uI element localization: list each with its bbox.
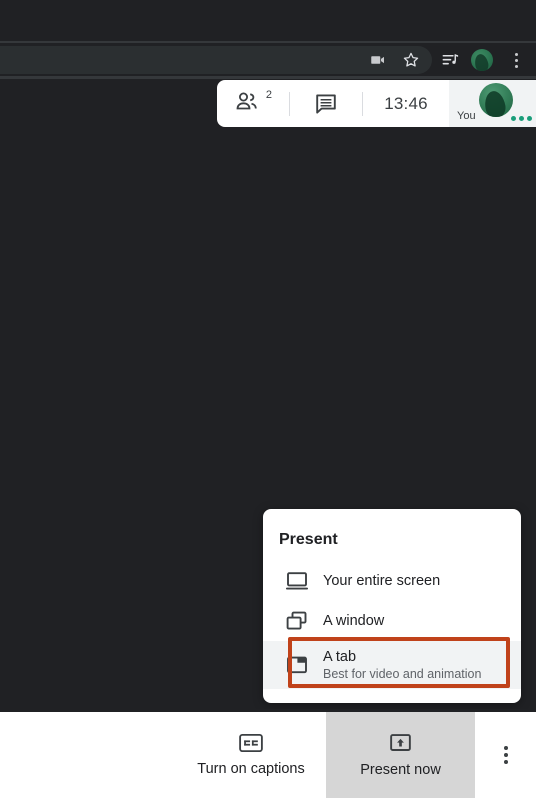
present-up-arrow-icon bbox=[390, 733, 411, 751]
present-popup: Present Your entire screen A window A ta… bbox=[263, 509, 521, 703]
meeting-clock: 13:46 bbox=[384, 93, 428, 113]
bookmark-star-icon[interactable] bbox=[398, 47, 424, 73]
present-option-label: A tab bbox=[323, 648, 357, 665]
present-now-button[interactable]: Present now bbox=[326, 712, 475, 798]
self-avatar bbox=[479, 83, 513, 117]
self-label: You bbox=[457, 110, 476, 122]
more-options-button[interactable] bbox=[475, 712, 536, 798]
participant-count-badge: 2 bbox=[265, 88, 272, 101]
meeting-info-bar: 2 13:46 You bbox=[217, 80, 536, 127]
chrome-menu-icon[interactable] bbox=[503, 47, 529, 73]
bottom-bar-spacer bbox=[0, 712, 176, 798]
browser-tab-strip[interactable] bbox=[0, 0, 536, 41]
profile-avatar-icon[interactable] bbox=[469, 47, 495, 73]
present-option-window[interactable]: A window bbox=[263, 601, 521, 641]
present-option-entire-screen[interactable]: Your entire screen bbox=[263, 561, 521, 601]
present-option-label: Your entire screen bbox=[323, 572, 441, 589]
people-icon bbox=[236, 92, 257, 109]
chat-bubble-icon bbox=[316, 93, 336, 114]
video-camera-icon[interactable] bbox=[365, 47, 391, 73]
window-icon bbox=[285, 610, 315, 632]
closed-captions-icon bbox=[239, 733, 263, 753]
browser-tab-icon bbox=[285, 654, 315, 676]
media-playlist-icon[interactable] bbox=[437, 47, 463, 73]
self-view-tile[interactable]: You bbox=[449, 80, 536, 127]
present-popup-title: Present bbox=[279, 531, 338, 548]
speaking-dots-icon bbox=[511, 116, 532, 121]
avatar bbox=[471, 49, 493, 71]
chat-button[interactable] bbox=[290, 80, 362, 127]
present-option-sublabel: Best for video and animation bbox=[323, 666, 482, 681]
present-now-label: Present now bbox=[360, 761, 441, 778]
captions-label: Turn on captions bbox=[197, 761, 305, 777]
more-vertical-icon bbox=[503, 746, 508, 764]
more-vertical-icon bbox=[514, 52, 518, 68]
present-option-tab[interactable]: A tab Best for video and animation bbox=[263, 641, 521, 689]
meeting-controls-bar: Turn on captions Present now bbox=[0, 712, 536, 798]
participants-button[interactable]: 2 bbox=[217, 80, 289, 127]
turn-on-captions-button[interactable]: Turn on captions bbox=[176, 712, 326, 798]
present-option-label: A window bbox=[323, 612, 385, 629]
browser-chrome bbox=[0, 0, 536, 79]
monitor-icon bbox=[285, 570, 315, 592]
